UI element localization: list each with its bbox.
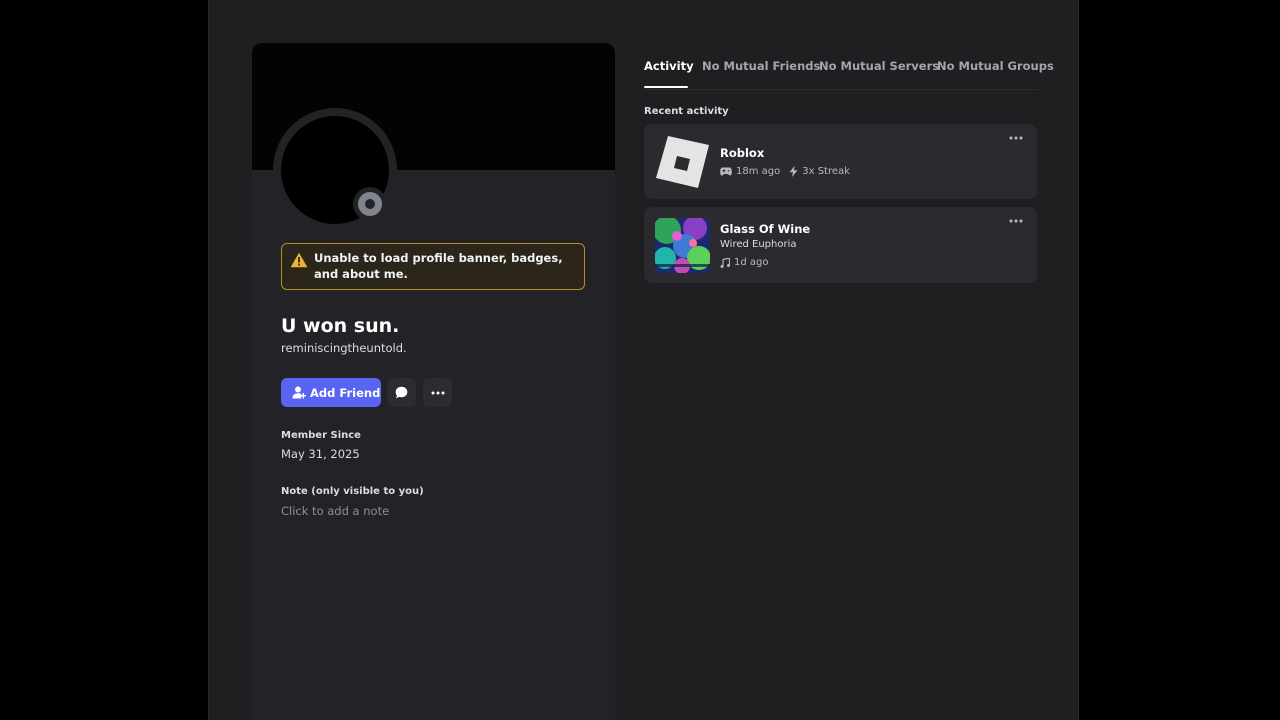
ellipsis-icon (431, 391, 444, 394)
activity-time: 1d ago (734, 257, 769, 268)
add-user-icon (292, 386, 306, 399)
activity-card-game[interactable]: Roblox 18m ago 3x Streak (644, 124, 1037, 199)
ellipsis-icon[interactable] (1009, 219, 1023, 223)
activity-streak: 3x Streak (802, 166, 850, 177)
tab-activity[interactable]: Activity (644, 59, 694, 73)
gamepad-icon (720, 167, 732, 176)
tab-mutual-servers[interactable]: No Mutual Servers (819, 59, 939, 73)
display-name: U won sun. (281, 315, 400, 337)
username[interactable]: reminiscingtheuntold. (281, 341, 407, 355)
note-input[interactable]: Click to add a note (281, 504, 389, 518)
roblox-logo-icon (656, 136, 709, 188)
warning-icon (290, 252, 308, 268)
activity-time: 18m ago (736, 166, 781, 177)
message-button[interactable] (387, 378, 416, 407)
lightning-icon (789, 166, 798, 177)
add-friend-label: Add Friend (310, 385, 381, 400)
activity-meta: 1d ago (720, 257, 768, 268)
song-artist: Wired Euphoria (720, 239, 797, 250)
chat-bubble-icon (395, 386, 408, 399)
note-label: Note (only visible to you) (281, 486, 424, 497)
recent-activity-heading: Recent activity (644, 106, 729, 117)
member-since-value: May 31, 2025 (281, 447, 360, 461)
profile-panel: Unable to load profile banner, badges, a… (252, 43, 615, 720)
profile-load-warning: Unable to load profile banner, badges, a… (281, 243, 585, 290)
more-options-button[interactable] (423, 378, 452, 407)
warning-text: Unable to load profile banner, badges, a… (314, 251, 563, 281)
tab-mutual-friends[interactable]: No Mutual Friends (702, 59, 820, 73)
activity-meta: 18m ago 3x Streak (720, 166, 850, 177)
activity-title: Roblox (720, 146, 765, 160)
song-title: Glass Of Wine (720, 222, 811, 236)
tab-mutual-groups[interactable]: No Mutual Groups (937, 59, 1054, 73)
album-art (655, 218, 710, 273)
ellipsis-icon[interactable] (1009, 136, 1023, 140)
offline-status-icon (358, 192, 382, 216)
activity-card-music[interactable]: Glass Of Wine Wired Euphoria 1d ago (644, 207, 1037, 283)
add-friend-button[interactable]: Add Friend (281, 378, 381, 407)
active-tab-indicator (644, 86, 688, 88)
member-since-label: Member Since (281, 430, 361, 441)
profile-tabs: Activity No Mutual Friends No Mutual Ser… (644, 59, 1054, 90)
status-indicator (353, 187, 387, 221)
music-note-icon (720, 257, 730, 268)
